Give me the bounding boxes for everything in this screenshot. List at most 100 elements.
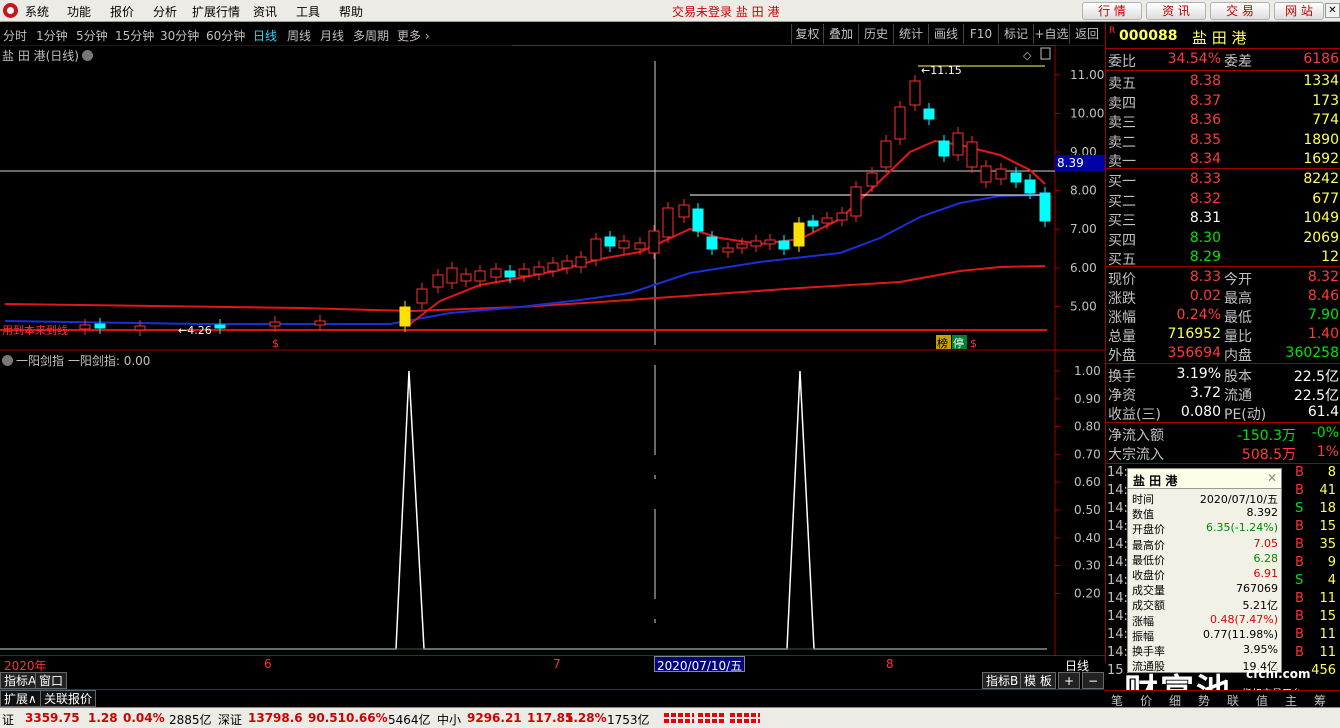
period-multi[interactable]: 多周期	[353, 27, 389, 44]
index-pct: 1.28%	[565, 711, 607, 725]
f10-button[interactable]: F10	[963, 24, 998, 44]
bids-row[interactable]: 买三 8.31 1049	[1106, 210, 1340, 229]
candle-body	[821, 217, 833, 224]
menu-extended[interactable]: 扩展行情	[192, 3, 240, 20]
bids-row[interactable]: 买二 8.32 677	[1106, 191, 1340, 210]
fund-value-2: 61.4	[1307, 404, 1339, 420]
trade-button[interactable]: 交 易	[1210, 2, 1270, 20]
index-name[interactable]: 中小	[437, 711, 461, 728]
status-bar: 证 3359.75 1.28 0.04% 2885亿 深证 13798.6 90.51 0.66…	[0, 707, 1340, 728]
menu-system[interactable]: 系统	[25, 3, 49, 20]
period-15min[interactable]: 15分钟	[115, 27, 154, 44]
period-intraday[interactable]: 分时	[3, 27, 27, 44]
zoom-in-button[interactable]: +	[1058, 672, 1080, 689]
axis-month-7: 7	[553, 657, 561, 671]
tab-related[interactable]: 关联报价	[40, 690, 97, 707]
stat-label: 总量	[1108, 329, 1136, 345]
candle-body	[518, 268, 530, 277]
close-icon[interactable]: ✕	[1325, 3, 1340, 18]
menu-quote[interactable]: 报价	[110, 3, 134, 20]
period-30min[interactable]: 30分钟	[160, 27, 199, 44]
book-label: 卖四	[1108, 95, 1136, 112]
tooltip-label: 涨幅	[1132, 614, 1154, 628]
quote-tab[interactable]: 势	[1198, 692, 1210, 709]
tab-indicator-b[interactable]: 指标B	[982, 672, 1023, 689]
book-volume: 173	[1312, 92, 1339, 109]
asks-row[interactable]: 卖五 8.38 1334	[1106, 73, 1340, 92]
tab-window[interactable]: 窗口	[35, 672, 68, 689]
menu-news[interactable]: 资讯	[253, 3, 277, 20]
menu-tools[interactable]: 工具	[296, 3, 320, 20]
candle-body	[836, 212, 848, 221]
app-logo-icon	[3, 3, 18, 18]
period-1min[interactable]: 1分钟	[36, 27, 68, 44]
tab-extend[interactable]: 扩展∧	[0, 690, 41, 707]
tooltip-row: 最低价 6.28	[1128, 552, 1281, 567]
book-price: 8.36	[1189, 112, 1221, 128]
ind-tick-label: 0.60	[1074, 475, 1101, 489]
candle-body	[793, 222, 805, 247]
adjust-button[interactable]: 复权	[791, 24, 823, 44]
trade-time: 14:	[1107, 501, 1128, 516]
period-monthly[interactable]: 月线	[320, 27, 344, 44]
index-name[interactable]: 证	[2, 711, 14, 728]
period-more[interactable]: 更多 ›	[397, 27, 430, 44]
overlay-button[interactable]: 叠加	[823, 24, 858, 44]
flow-label: 大宗流入	[1108, 447, 1164, 463]
candle-body	[966, 141, 978, 168]
quote-tab[interactable]: 值	[1256, 692, 1268, 709]
trade-side: B	[1295, 591, 1304, 606]
stat-value: 716952	[1167, 326, 1221, 342]
period-weekly[interactable]: 周线	[287, 27, 311, 44]
history-button[interactable]: 历史	[858, 24, 893, 44]
menu-analysis[interactable]: 分析	[153, 3, 177, 20]
candle-body	[692, 208, 704, 232]
tab-template[interactable]: 模 板	[1020, 672, 1056, 689]
high-label: ←11.15	[921, 64, 962, 77]
tooltip-title: 盐 田 港	[1133, 474, 1178, 488]
quote-tab[interactable]: 价	[1140, 692, 1152, 709]
asks-row[interactable]: 卖四 8.37 173	[1106, 93, 1340, 112]
asks-row[interactable]: 卖三 8.36 774	[1106, 112, 1340, 131]
book-volume: 677	[1312, 190, 1339, 207]
quote-tab[interactable]: 笔	[1111, 692, 1123, 709]
website-button[interactable]: 网 站	[1274, 2, 1324, 20]
asks-row[interactable]: 卖二 8.35 1890	[1106, 132, 1340, 151]
index-change: 90.51	[308, 711, 346, 725]
window-icon[interactable]	[1040, 47, 1051, 60]
price-tick-label: 11.00	[1070, 68, 1104, 82]
order-ratio-row: 委比 34.54% 委差 6186	[1106, 51, 1340, 70]
close-icon[interactable]: ✕	[1267, 471, 1277, 485]
price-tick-label: 6.00	[1070, 261, 1097, 275]
bids-row[interactable]: 买一 8.33 8242	[1106, 171, 1340, 190]
news-button[interactable]: 资 讯	[1146, 2, 1206, 20]
period-5min[interactable]: 5分钟	[76, 27, 108, 44]
bids-row[interactable]: 买四 8.30 2069	[1106, 230, 1340, 249]
fund-label: 收益(三)	[1108, 407, 1161, 423]
candle-body	[938, 140, 950, 157]
stats-button[interactable]: 统计	[893, 24, 928, 44]
period-60min[interactable]: 60分钟	[206, 27, 245, 44]
stat-value: 0.24%	[1176, 307, 1221, 323]
quote-tab[interactable]: 细	[1169, 692, 1181, 709]
quote-tab[interactable]: 主	[1285, 692, 1297, 709]
menu-function[interactable]: 功能	[67, 3, 91, 20]
flow-pct: -0%	[1311, 425, 1339, 441]
menu-help[interactable]: 帮助	[339, 3, 363, 20]
back-button[interactable]: 返回	[1069, 24, 1104, 44]
mark-button[interactable]: 标记	[998, 24, 1033, 44]
quote-tab[interactable]: 联	[1227, 692, 1239, 709]
stat-row: 涨幅 0.24% 最低 7.90	[1106, 307, 1340, 326]
market-button[interactable]: 行 情	[1082, 2, 1142, 20]
period-daily[interactable]: 日线	[253, 27, 277, 44]
zoom-out-button[interactable]: −	[1082, 672, 1104, 689]
candle-body	[866, 172, 878, 187]
draw-button[interactable]: 画线	[928, 24, 963, 44]
index-change: 1.28	[88, 711, 118, 725]
quote-tab[interactable]: 筹	[1314, 692, 1326, 709]
index-name[interactable]: 深证	[218, 711, 242, 728]
add-favorite-button[interactable]: +自选	[1033, 24, 1069, 44]
flow-pct: 1%	[1316, 444, 1339, 460]
fund-value-2: 22.5亿	[1293, 388, 1339, 404]
kline-chart[interactable]: 11.0010.009.008.007.006.005.001.000.900.…	[0, 45, 1105, 655]
